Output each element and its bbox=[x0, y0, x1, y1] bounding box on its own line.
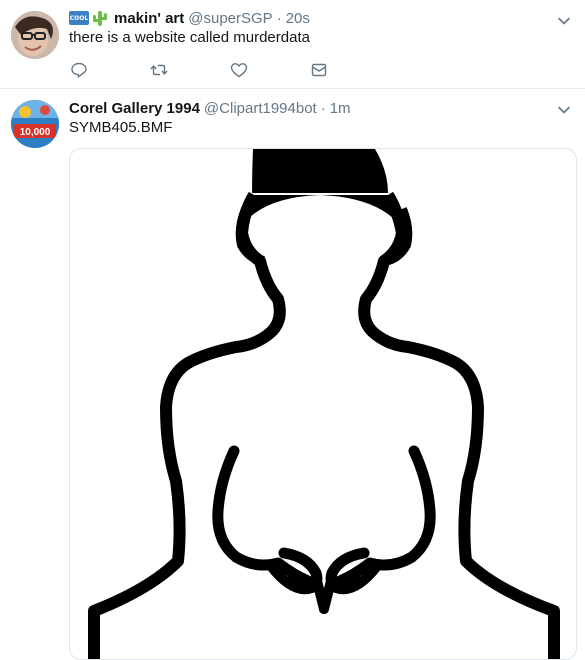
chevron-down-icon[interactable] bbox=[557, 14, 571, 28]
avatar[interactable] bbox=[11, 11, 59, 59]
message-icon bbox=[311, 63, 327, 77]
tweet-actions bbox=[69, 60, 389, 80]
tweet-text: SYMB405.BMF bbox=[69, 119, 173, 136]
avatar[interactable]: 10,000 bbox=[11, 100, 59, 148]
like-button[interactable] bbox=[229, 60, 309, 80]
media-image[interactable] bbox=[69, 148, 577, 660]
separator: · bbox=[320, 99, 326, 117]
cactus-icon bbox=[93, 11, 107, 26]
cool-badge-icon: COOL bbox=[69, 11, 89, 25]
like-icon bbox=[230, 63, 248, 78]
chevron-down-icon[interactable] bbox=[557, 103, 571, 117]
buddha-clipart bbox=[88, 149, 560, 659]
retweet-button[interactable] bbox=[149, 60, 229, 80]
tweet-text: there is a website called murderdata bbox=[69, 29, 310, 46]
tweet-header: COOL makin' art @superSGP · 20s bbox=[69, 8, 310, 28]
avatar-image: 10,000 bbox=[11, 100, 59, 148]
retweet-icon bbox=[150, 64, 168, 76]
message-button[interactable] bbox=[309, 60, 389, 80]
tweet[interactable]: COOL makin' art @superSGP · 20s there is… bbox=[0, 0, 585, 89]
avatar-label: 10,000 bbox=[20, 127, 51, 138]
separator: · bbox=[276, 9, 282, 27]
reply-button[interactable] bbox=[69, 60, 149, 80]
display-name[interactable]: Corel Gallery 1994 bbox=[69, 100, 200, 117]
avatar-photo bbox=[11, 11, 59, 59]
display-name[interactable]: makin' art bbox=[114, 10, 184, 27]
tweet-header: Corel Gallery 1994 @Clipart1994bot · 1m bbox=[69, 98, 351, 118]
timestamp[interactable]: 1m bbox=[330, 100, 351, 117]
timestamp[interactable]: 20s bbox=[286, 10, 310, 27]
reply-icon bbox=[71, 62, 87, 78]
handle[interactable]: @superSGP bbox=[188, 10, 272, 27]
tweet[interactable]: 10,000 Corel Gallery 1994 @Clipart1994bo… bbox=[0, 89, 585, 660]
handle[interactable]: @Clipart1994bot bbox=[204, 100, 317, 117]
